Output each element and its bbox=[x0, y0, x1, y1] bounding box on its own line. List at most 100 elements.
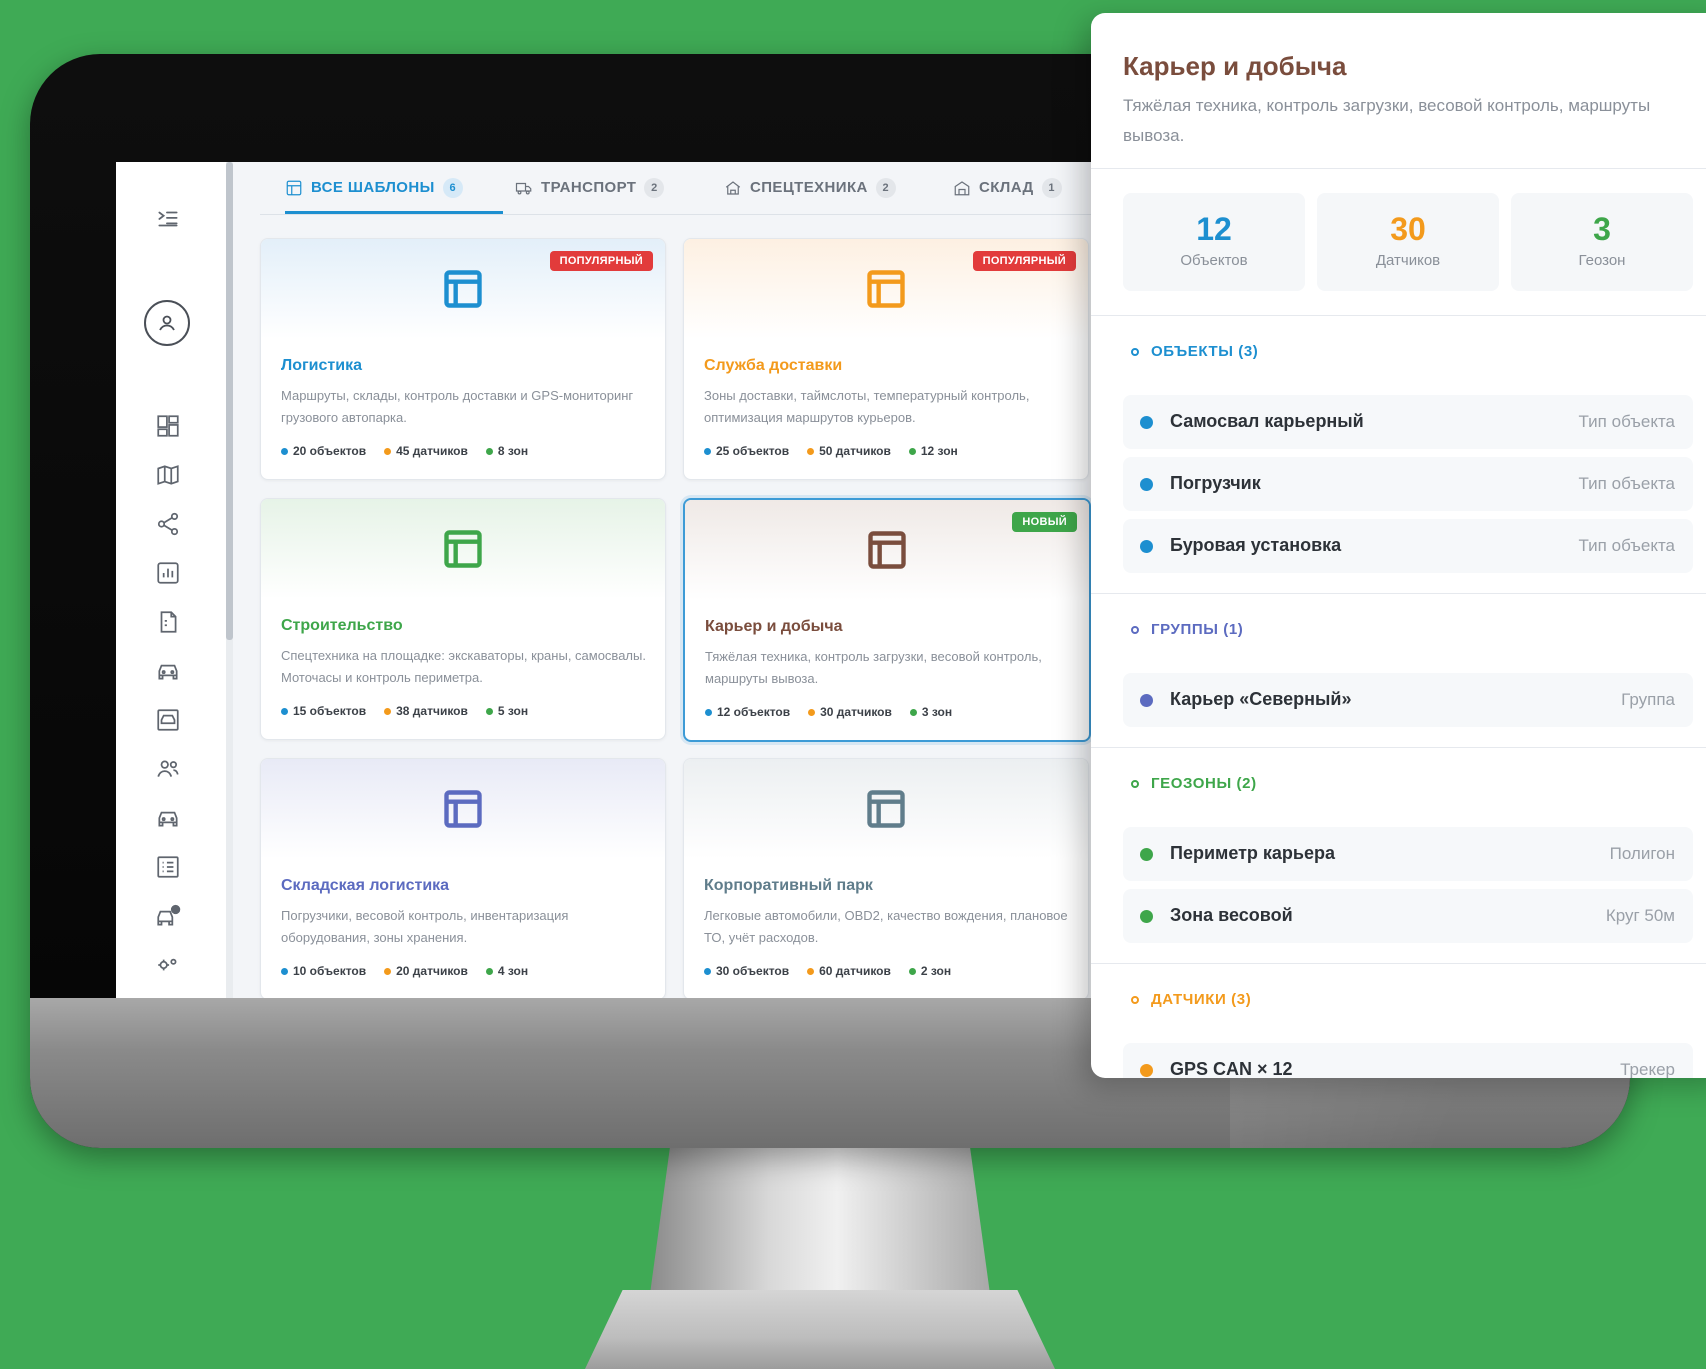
card-title: Логистика bbox=[281, 357, 362, 374]
section-ring-icon bbox=[1131, 347, 1139, 356]
divider bbox=[1091, 747, 1706, 748]
template-detail-panel: Карьер и добыча Тяжёлая техника, контрол… bbox=[1091, 13, 1706, 1078]
card-header: ПОПУЛЯРНЫЙ bbox=[261, 239, 665, 339]
card-title: Складская логистика bbox=[281, 877, 450, 894]
item-name: Самосвал карьерный bbox=[1170, 411, 1364, 431]
item-type: Полигон bbox=[1609, 844, 1675, 863]
kpi-label: Геозон bbox=[1578, 252, 1626, 269]
kpi-sensors: 30 Датчиков bbox=[1317, 193, 1499, 291]
kpi-value: 30 bbox=[1390, 211, 1426, 247]
card-title: Строительство bbox=[281, 617, 403, 634]
card-description: Тяжёлая техника, контроль загрузки, весо… bbox=[705, 649, 1042, 686]
monitor-stand-neck bbox=[650, 1144, 990, 1294]
tab-label: СКЛАД bbox=[979, 179, 1034, 196]
section-label: ДАТЧИКИ (3) bbox=[1151, 991, 1252, 1008]
tab-count: 2 bbox=[644, 177, 665, 198]
layout-icon bbox=[867, 270, 905, 308]
divider bbox=[1091, 168, 1706, 169]
list-item[interactable]: Карьер «Северный» Группа bbox=[1123, 673, 1693, 727]
stat-objects: 15 объектов bbox=[281, 704, 366, 718]
chart-icon[interactable] bbox=[153, 558, 183, 588]
warehouse-icon bbox=[954, 180, 970, 195]
garage-icon[interactable] bbox=[153, 705, 183, 735]
settings-icon[interactable] bbox=[153, 950, 183, 980]
category-tabs: ВСЕ ШАБЛОНЫ 6 ТРАНСПОРТ 2 СПЕЦТЕХНИКА 2 … bbox=[260, 162, 1176, 215]
section-geozones-title: ГЕОЗОНЫ (2) bbox=[1131, 775, 1257, 792]
stat-sensors: 20 датчиков bbox=[384, 964, 468, 978]
template-card[interactable]: Складская логистика Погрузчики, весовой … bbox=[260, 758, 666, 998]
share-icon[interactable] bbox=[153, 509, 183, 539]
list-item[interactable]: Самосвал карьерный Тип объекта bbox=[1123, 395, 1693, 449]
car-icon[interactable] bbox=[153, 803, 183, 833]
section-label: ГЕОЗОНЫ (2) bbox=[1151, 775, 1257, 792]
kpi-geozones: 3 Геозон bbox=[1511, 193, 1693, 291]
layout-icon bbox=[444, 530, 482, 568]
user-avatar-icon[interactable] bbox=[144, 300, 190, 346]
template-card[interactable]: Корпоративный парк Легковые автомобили, … bbox=[683, 758, 1089, 998]
tab-count: 1 bbox=[1041, 177, 1062, 198]
list-item[interactable]: Погрузчик Тип объекта bbox=[1123, 457, 1693, 511]
menu-indent-icon[interactable] bbox=[153, 204, 183, 234]
status-dot bbox=[1140, 848, 1153, 861]
stat-objects: 25 объектов bbox=[704, 444, 789, 458]
status-dot bbox=[1140, 1064, 1153, 1077]
card-header: НОВЫЙ bbox=[685, 500, 1089, 600]
section-label: ОБЪЕКТЫ (3) bbox=[1151, 343, 1259, 360]
layout-icon bbox=[444, 270, 482, 308]
item-type: Тип объекта bbox=[1578, 536, 1675, 555]
card-stats: 10 объектов 20 датчиков 4 зон bbox=[281, 964, 528, 978]
card-stats: 15 объектов 38 датчиков 5 зон bbox=[281, 704, 528, 718]
list-item[interactable]: Буровая установка Тип объекта bbox=[1123, 519, 1693, 573]
document-icon[interactable] bbox=[153, 607, 183, 637]
stat-sensors: 38 датчиков bbox=[384, 704, 468, 718]
screen: ВСЕ ШАБЛОНЫ 6 ТРАНСПОРТ 2 СПЕЦТЕХНИКА 2 … bbox=[116, 162, 1176, 998]
list-item[interactable]: GPS CAN × 12 Трекер bbox=[1123, 1043, 1693, 1078]
card-title: Служба доставки bbox=[704, 357, 843, 374]
template-card[interactable]: Строительство Спецтехника на площадке: э… bbox=[260, 498, 666, 740]
section-label: ГРУППЫ (1) bbox=[1151, 621, 1244, 638]
card-stats: 25 объектов 50 датчиков 12 зон bbox=[704, 444, 958, 458]
divider bbox=[1091, 315, 1706, 316]
tab-label: СПЕЦТЕХНИКА bbox=[750, 179, 868, 196]
vehicle-alert-icon[interactable] bbox=[153, 901, 183, 931]
panel-title: Карьер и добыча bbox=[1123, 51, 1347, 81]
stat-objects: 30 объектов bbox=[704, 964, 789, 978]
dashboard-icon[interactable] bbox=[153, 411, 183, 441]
tab-count: 6 bbox=[442, 177, 463, 198]
card-description: Спецтехника на площадке: экскаваторы, кр… bbox=[281, 648, 646, 685]
item-type: Трекер bbox=[1620, 1060, 1675, 1078]
scrollbar-thumb[interactable] bbox=[226, 162, 233, 640]
layout-icon bbox=[867, 790, 905, 828]
template-card[interactable]: ПОПУЛЯРНЫЙ Логистика Маршруты, склады, к… bbox=[260, 238, 666, 480]
card-title: Карьер и добыча bbox=[705, 618, 843, 635]
section-groups-title: ГРУППЫ (1) bbox=[1131, 621, 1243, 638]
sidebar-scrollbar[interactable] bbox=[226, 162, 233, 998]
template-card[interactable]: НОВЫЙ Карьер и добыча Тяжёлая техника, к… bbox=[683, 498, 1091, 742]
template-card[interactable]: ПОПУЛЯРНЫЙ Служба доставки Зоны доставки… bbox=[683, 238, 1089, 480]
tab-all-templates[interactable]: ВСЕ ШАБЛОНЫ 6 bbox=[285, 162, 503, 214]
list-icon[interactable] bbox=[153, 852, 183, 882]
list-item[interactable]: Зона весовой Круг 50м bbox=[1123, 889, 1693, 943]
status-dot bbox=[1140, 540, 1153, 553]
tab-transport[interactable]: ТРАНСПОРТ 2 bbox=[515, 162, 665, 213]
item-name: Погрузчик bbox=[1170, 473, 1261, 493]
stat-zones: 2 зон bbox=[908, 964, 951, 978]
card-title: Корпоративный парк bbox=[704, 877, 873, 894]
list-item[interactable]: Периметр карьера Полигон bbox=[1123, 827, 1693, 881]
section-ring-icon bbox=[1131, 625, 1139, 634]
users-icon[interactable] bbox=[153, 754, 183, 784]
card-stats: 30 объектов 60 датчиков 2 зон bbox=[704, 964, 951, 978]
item-name: GPS CAN × 12 bbox=[1170, 1059, 1293, 1078]
card-header: ПОПУЛЯРНЫЙ bbox=[684, 239, 1088, 339]
section-ring-icon bbox=[1131, 995, 1139, 1004]
stat-sensors: 60 датчиков bbox=[807, 964, 891, 978]
map-icon[interactable] bbox=[153, 460, 183, 490]
stat-objects: 10 объектов bbox=[281, 964, 366, 978]
card-description: Маршруты, склады, контроль доставки и GP… bbox=[281, 388, 634, 425]
car-icon[interactable] bbox=[153, 656, 183, 686]
home-icon bbox=[725, 180, 741, 195]
truck-icon bbox=[515, 182, 532, 194]
tab-warehouse[interactable]: СКЛАД 1 bbox=[953, 162, 1062, 213]
tab-special-equipment[interactable]: СПЕЦТЕХНИКА 2 bbox=[724, 162, 896, 213]
tab-label: ВСЕ ШАБЛОНЫ bbox=[311, 179, 435, 196]
